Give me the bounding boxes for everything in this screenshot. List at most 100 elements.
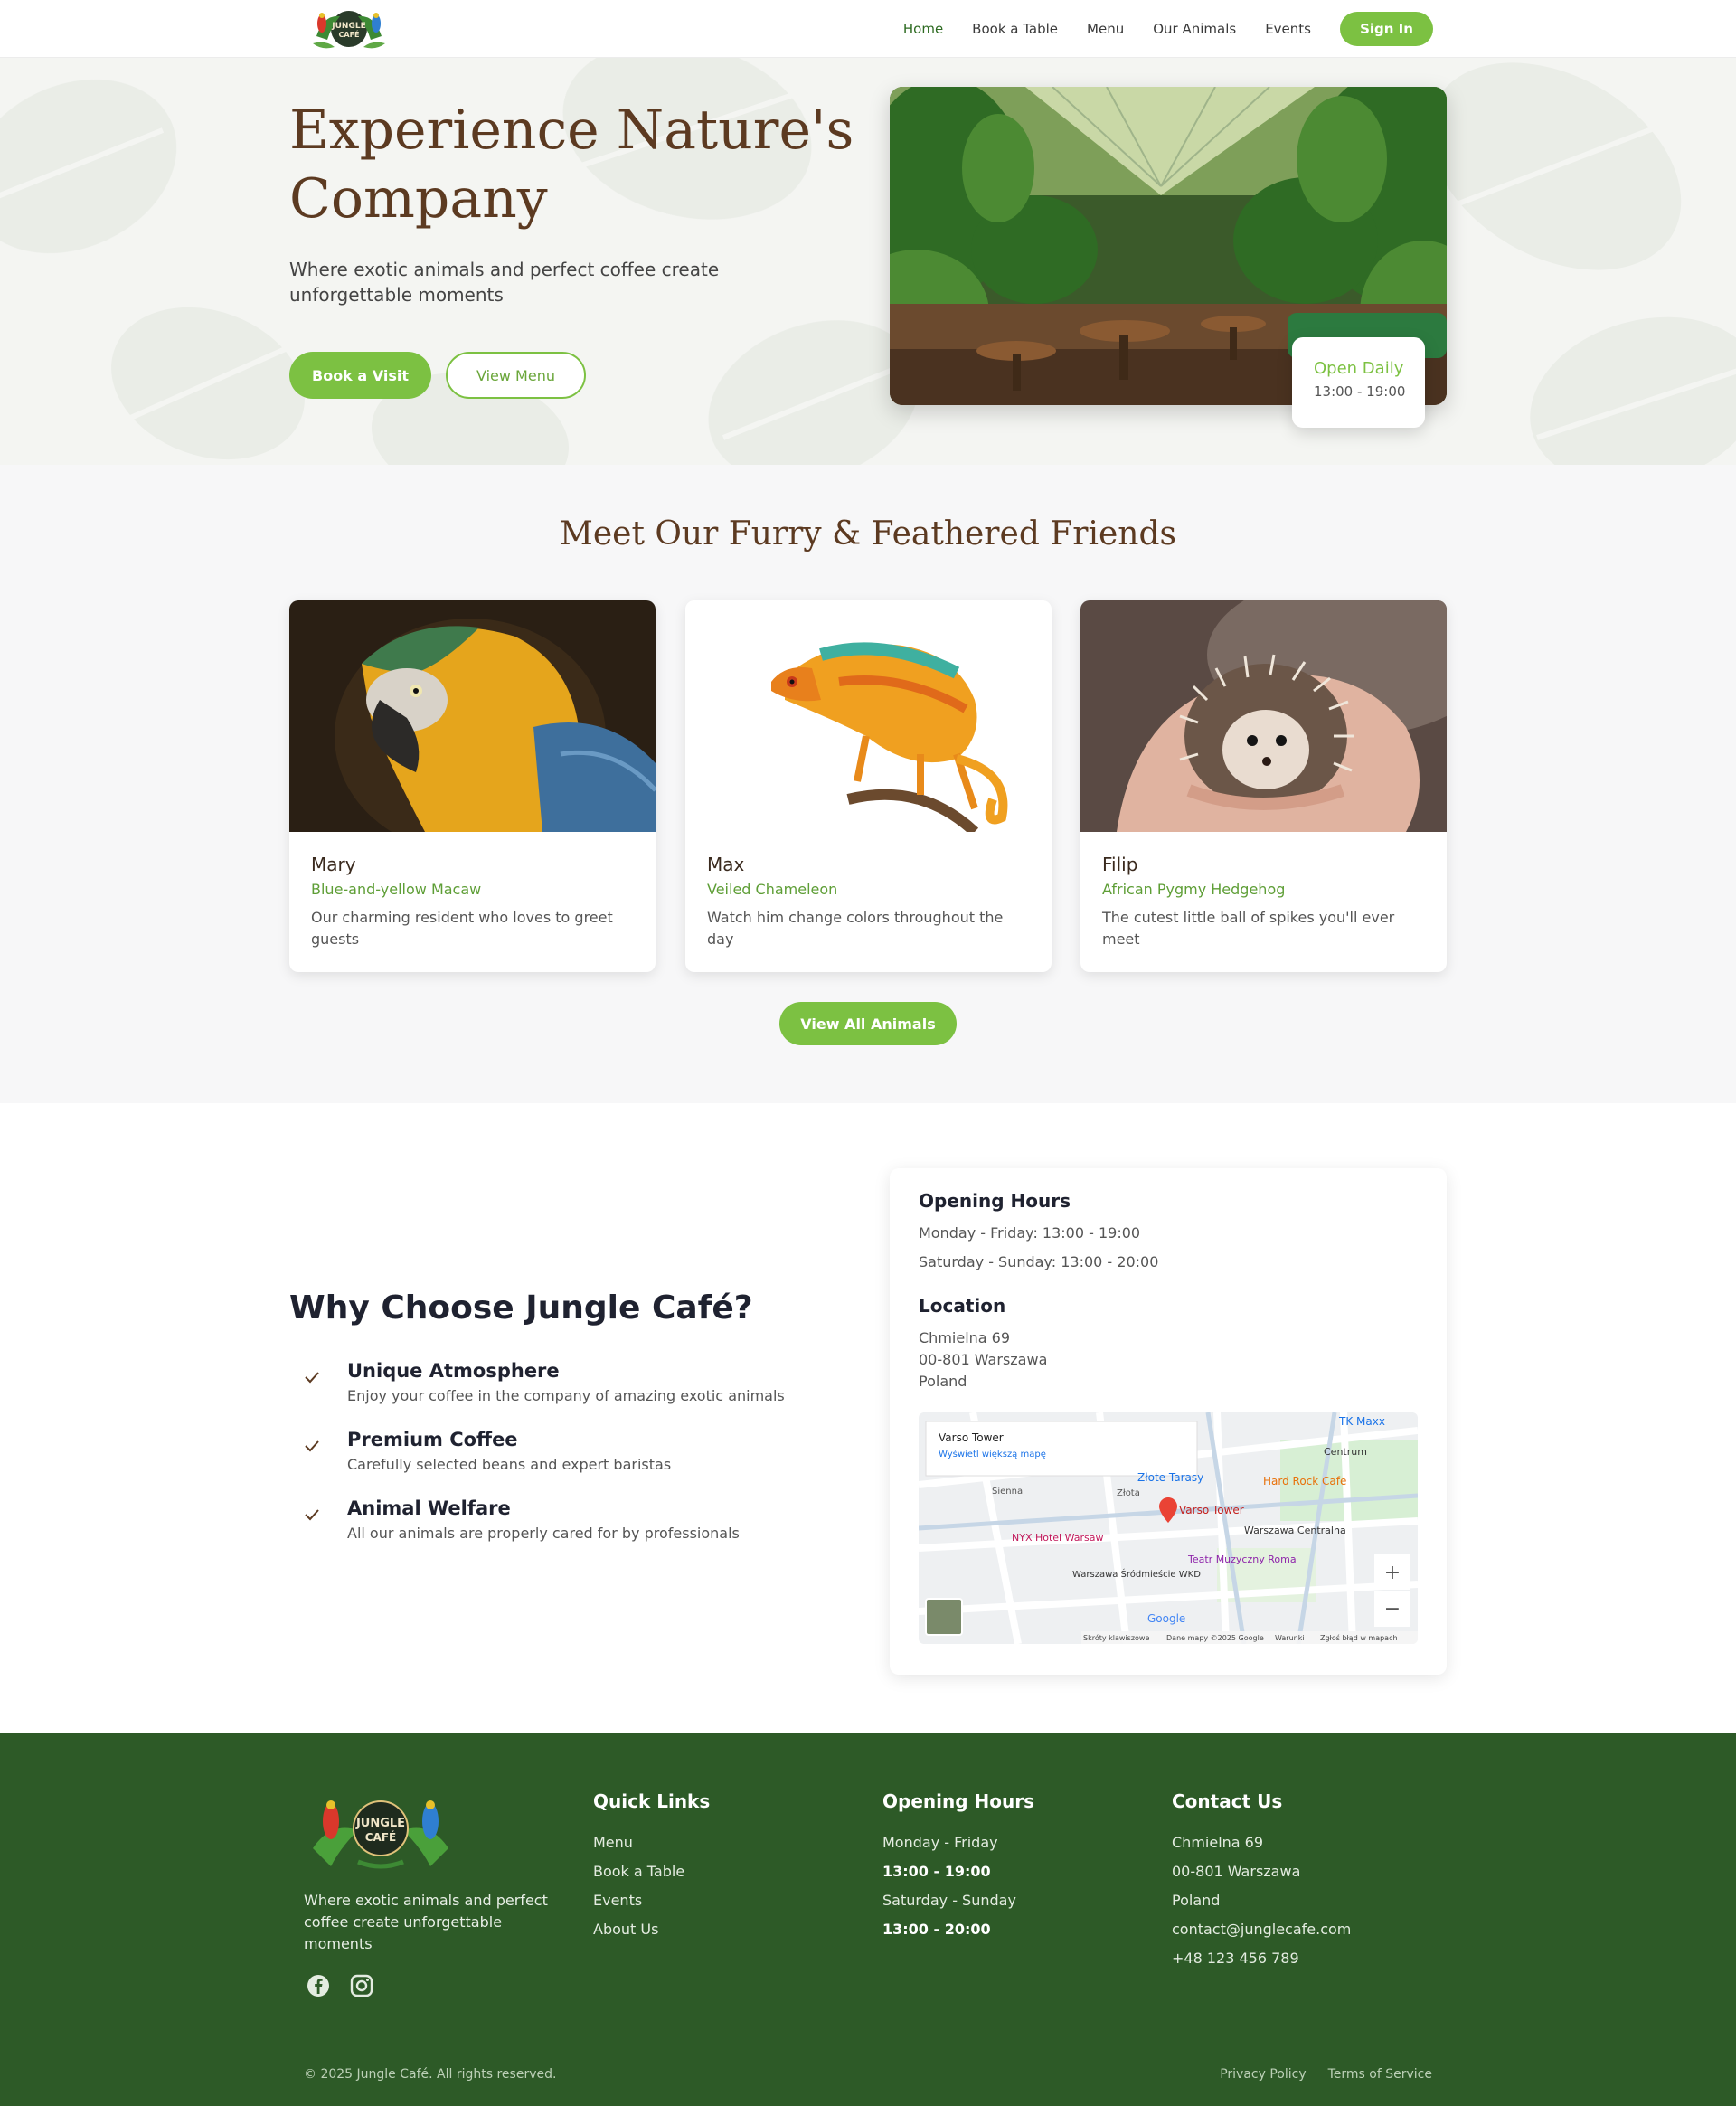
open-daily-card: Open Daily 13:00 - 19:00 xyxy=(1292,337,1425,428)
sign-in-button[interactable]: Sign In xyxy=(1340,12,1433,46)
check-icon xyxy=(305,1372,319,1384)
location-heading: Location xyxy=(919,1295,1006,1317)
animal-name: Filip xyxy=(1102,854,1138,875)
open-daily-title: Open Daily xyxy=(1314,359,1404,378)
svg-text:CAFÉ: CAFÉ xyxy=(339,29,360,39)
monstera-leaf-background xyxy=(0,58,1736,465)
animal-species: Veiled Chameleon xyxy=(707,881,838,898)
check-icon xyxy=(305,1440,319,1452)
map-label-zlote-tarasy: Złote Tarasy xyxy=(1137,1471,1203,1484)
footer-hours-time: 13:00 - 19:00 xyxy=(882,1863,991,1880)
footer-contact-line: Chmielna 69 xyxy=(1172,1834,1264,1851)
nav-link-book-a-table[interactable]: Book a Table xyxy=(972,21,1058,37)
feature-description: Enjoy your coffee in the company of amaz… xyxy=(347,1387,785,1404)
facebook-icon[interactable] xyxy=(306,1973,331,1998)
hero-section: Experience Nature's Company Where exotic… xyxy=(0,58,1736,465)
footer-hours-days: Saturday - Sunday xyxy=(882,1892,1016,1909)
map-place-name: Varso Tower xyxy=(939,1431,1004,1444)
footer-contact-line: 00-801 Warszawa xyxy=(1172,1863,1301,1880)
open-daily-hours: 13:00 - 19:00 xyxy=(1314,383,1406,400)
chameleon-photo xyxy=(685,600,1052,832)
map-attribution-terms[interactable]: Warunki xyxy=(1275,1634,1305,1642)
footer-contact-line: Poland xyxy=(1172,1892,1221,1909)
book-a-visit-button[interactable]: Book a Visit xyxy=(289,352,431,399)
opening-hours-line: Monday - Friday: 13:00 - 19:00 xyxy=(919,1224,1141,1242)
animal-description: Our charming resident who loves to greet… xyxy=(311,909,613,948)
animal-card-mary[interactable]: Mary Blue-and-yellow Macaw Our charming … xyxy=(289,600,656,972)
map-label-sienna: Sienna xyxy=(992,1487,1023,1497)
instagram-icon[interactable] xyxy=(349,1973,374,1998)
nav-link-menu[interactable]: Menu xyxy=(1087,21,1124,37)
terms-of-service-link[interactable]: Terms of Service xyxy=(1328,2067,1432,2082)
map-zoom-out-label: − xyxy=(1384,1598,1401,1620)
map-label-nyx-hotel: NYX Hotel Warsaw xyxy=(1012,1532,1104,1544)
footer-contact-phone[interactable]: +48 123 456 789 xyxy=(1172,1944,1425,1973)
feature-description: Carefully selected beans and expert bari… xyxy=(347,1456,672,1473)
footer-opening-hours-heading: Opening Hours xyxy=(882,1790,1034,1812)
footer-link-about-us[interactable]: About Us xyxy=(593,1915,846,1944)
opening-hours-line: Saturday - Sunday: 13:00 - 20:00 xyxy=(919,1253,1159,1270)
footer-contact-heading: Contact Us xyxy=(1172,1790,1283,1812)
footer-quick-links: Quick Links Menu Book a Table Events Abo… xyxy=(593,1790,846,1944)
animals-section-title: Meet Our Furry & Feathered Friends xyxy=(559,515,1177,552)
google-map-embed[interactable]: Varso Tower Wyświetl większą mapę TK Max… xyxy=(919,1412,1418,1644)
footer-link-events[interactable]: Events xyxy=(593,1886,846,1915)
map-label-teatr-muzyczny: Teatr Muzyczny Roma xyxy=(1187,1554,1297,1565)
svg-text:JUNGLE: JUNGLE xyxy=(331,22,365,31)
check-icon xyxy=(305,1509,319,1521)
feature-title: Premium Coffee xyxy=(347,1429,518,1450)
footer-contact-email[interactable]: contact@junglecafe.com xyxy=(1172,1915,1425,1944)
opening-hours-heading: Opening Hours xyxy=(919,1190,1071,1212)
animal-card-max[interactable]: Max Veiled Chameleon Watch him change co… xyxy=(685,600,1052,972)
svg-text:CAFÉ: CAFÉ xyxy=(365,1830,397,1844)
address-line: Poland xyxy=(919,1373,967,1390)
feature-title: Animal Welfare xyxy=(347,1497,511,1519)
map-attribution-data: Dane mapy ©2025 Google xyxy=(1166,1634,1264,1642)
map-label-varso-tower: Varso Tower xyxy=(1179,1504,1244,1516)
map-label-centrum: Centrum xyxy=(1324,1446,1367,1458)
footer-opening-hours: Opening Hours Monday - Friday 13:00 - 19… xyxy=(882,1790,1136,1944)
visit-info-card: Opening Hours Monday - Friday: 13:00 - 1… xyxy=(890,1168,1447,1675)
footer-jungle-cafe-logo[interactable]: JUNGLE CAFÉ xyxy=(304,1785,458,1875)
map-label-tk-maxx: TK Maxx xyxy=(1338,1415,1385,1428)
feature-description: All our animals are properly cared for b… xyxy=(347,1525,740,1542)
jungle-cafe-logo[interactable]: JUNGLE CAFÉ xyxy=(304,4,394,54)
nav-link-our-animals[interactable]: Our Animals xyxy=(1153,21,1236,37)
privacy-policy-link[interactable]: Privacy Policy xyxy=(1220,2067,1306,2082)
hero-subtitle: Where exotic animals and perfect coffee … xyxy=(289,259,720,306)
top-navigation: JUNGLE CAFÉ Home Book a Table Menu Our A… xyxy=(0,0,1736,58)
feature-title: Unique Atmosphere xyxy=(347,1360,560,1382)
footer-quick-links-heading: Quick Links xyxy=(593,1790,711,1812)
map-satellite-toggle[interactable] xyxy=(925,1598,963,1636)
animal-species: Blue-and-yellow Macaw xyxy=(311,881,482,898)
view-menu-button[interactable]: View Menu xyxy=(446,352,586,399)
map-label-warszawa-centralna: Warszawa Centralna xyxy=(1244,1525,1346,1536)
map-larger-map-link[interactable]: Wyświetl większą mapę xyxy=(939,1449,1046,1459)
hero-title: Experience Nature's Company xyxy=(289,99,854,231)
animal-name: Max xyxy=(707,854,745,875)
why-choose-title: Why Choose Jungle Café? xyxy=(289,1289,753,1327)
footer-hours-time: 13:00 - 20:00 xyxy=(882,1921,991,1938)
footer-legal-links: Privacy Policy Terms of Service xyxy=(1198,2067,1432,2082)
nav-link-events[interactable]: Events xyxy=(1265,21,1311,37)
footer-copyright: © 2025 Jungle Café. All rights reserved. xyxy=(304,2067,557,2082)
why-choose-section: Why Choose Jungle Café? Unique Atmospher… xyxy=(0,1103,1736,1733)
animal-card-filip[interactable]: Filip African Pygmy Hedgehog The cutest … xyxy=(1080,600,1447,972)
animal-name: Mary xyxy=(311,854,356,875)
hedgehog-photo xyxy=(1080,600,1447,832)
footer-link-menu[interactable]: Menu xyxy=(593,1828,846,1857)
map-label-srodmiescie-wkd: Warszawa Śródmieście WKD xyxy=(1072,1568,1201,1580)
map-attribution-report[interactable]: Zgłoś błąd w mapach xyxy=(1320,1633,1398,1642)
map-zoom-in-label: + xyxy=(1384,1562,1401,1584)
map-label-zlota: Złota xyxy=(1117,1488,1140,1498)
view-all-animals-button[interactable]: View All Animals xyxy=(779,1002,957,1045)
map-attribution-shortcuts[interactable]: Skróty klawiszowe xyxy=(1083,1633,1149,1642)
footer-tagline: Where exotic animals and perfect coffee … xyxy=(304,1892,548,1952)
animal-species: African Pygmy Hedgehog xyxy=(1102,881,1286,898)
svg-text:JUNGLE: JUNGLE xyxy=(355,1817,405,1830)
animals-section: Meet Our Furry & Feathered Friends Mary … xyxy=(0,465,1736,1103)
address-line: 00-801 Warszawa xyxy=(919,1351,1048,1368)
footer-link-book-a-table[interactable]: Book a Table xyxy=(593,1857,846,1886)
nav-link-home[interactable]: Home xyxy=(903,21,943,37)
address-line: Chmielna 69 xyxy=(919,1329,1011,1346)
